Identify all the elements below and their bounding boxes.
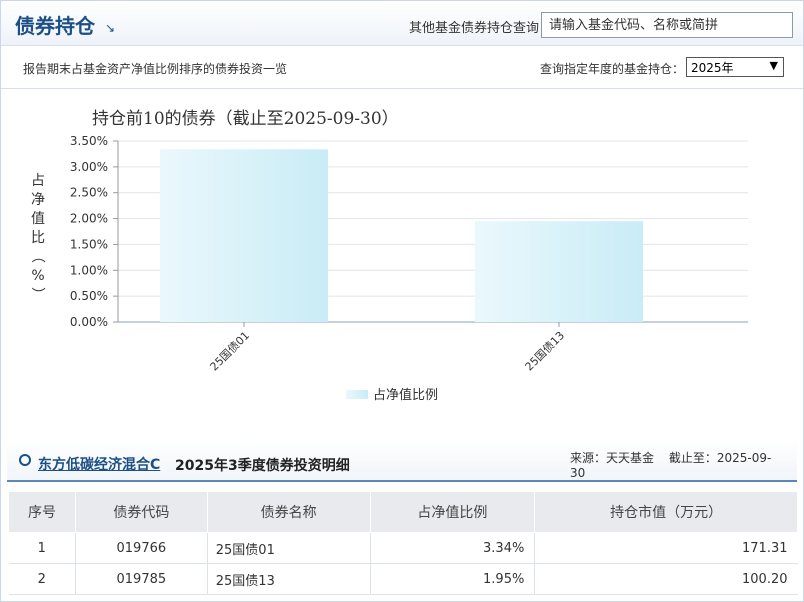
- cell-code: 019766: [75, 532, 208, 564]
- cell-code: 019785: [75, 563, 208, 595]
- holdings-chart: 持仓前10的债券（截止至2025-09-30） 0.00% 0.50% 1.00% 1.…: [0, 89, 804, 435]
- y-tick-label: 2.50%: [70, 186, 108, 200]
- bullet-circle-icon: [19, 454, 31, 466]
- y-tick-label: 3.00%: [70, 160, 108, 174]
- cell-name: 25国债13: [207, 563, 371, 595]
- holdings-description: 报告期末占基金资产净值比例排序的债券投资一览: [23, 62, 288, 76]
- col-header-code: 债券代码: [74, 491, 208, 533]
- year-select-value: 2025年: [691, 61, 734, 75]
- col-header-name: 债券名称: [206, 491, 371, 533]
- y-tick-label: 2.00%: [70, 212, 108, 226]
- y-axis-label-char: 值: [31, 211, 45, 227]
- legend-swatch: [346, 390, 368, 399]
- col-header-value: 持仓市值（万元）: [534, 491, 798, 533]
- bar: [160, 149, 328, 322]
- collapse-arrow-icon[interactable]: ↘: [105, 21, 115, 35]
- y-tick-label: 1.50%: [70, 237, 108, 251]
- table-header-row: 序号 债券代码 债券名称 占净值比例 持仓市值（万元）: [8, 491, 798, 533]
- header-bar: 债券持仓 ↘ 其他基金债券持仓查询：: [1, 1, 803, 46]
- cell-ratio: 1.95%: [370, 563, 536, 595]
- detail-title: 2025年3季度债券投资明细: [175, 458, 350, 474]
- cell-name: 25国债01: [207, 532, 371, 564]
- year-select[interactable]: 2025年 ▼: [686, 57, 784, 77]
- detail-header: 东方低碳经济混合C 2025年3季度债券投资明细 来源：天天基金 截止至：202…: [7, 438, 797, 482]
- y-tick-label: 0.50%: [70, 289, 108, 303]
- source-text: 来源：天天基金: [570, 451, 655, 465]
- page-title: 债券持仓: [15, 14, 95, 38]
- y-tick-label: 1.00%: [70, 263, 108, 277]
- detail-meta: 来源：天天基金 截止至：2025-09-30: [570, 449, 797, 480]
- x-tick-label: 25国债13: [522, 328, 567, 373]
- cell-index: 2: [8, 563, 76, 595]
- col-header-ratio: 占净值比例: [369, 491, 536, 533]
- y-axis-label-char: 占: [31, 173, 45, 189]
- cell-index: 1: [8, 532, 76, 564]
- table-row: 1 019766 25国债01 3.34% 171.31: [8, 532, 798, 564]
- legend-label: 占净值比例: [373, 387, 438, 403]
- y-axis-label-char: 比: [31, 230, 45, 246]
- cell-ratio: 3.34%: [370, 532, 536, 564]
- y-axis-label-char: 净: [31, 192, 45, 208]
- col-header-index: 序号: [8, 491, 76, 533]
- fund-name-link[interactable]: 东方低碳经济混合C: [38, 454, 160, 474]
- y-tick-label: 3.50%: [70, 134, 108, 148]
- table-row: 2 019785 25国债13 1.95% 100.20: [8, 563, 798, 595]
- year-select-label: 查询指定年度的基金持仓：: [540, 62, 685, 76]
- y-axis-label-char: ）: [29, 287, 45, 301]
- y-axis-label-char: （: [29, 249, 45, 263]
- cell-value: 100.20: [534, 563, 798, 595]
- chart-title: 持仓前10的债券（截止至2025-09-30）: [92, 109, 399, 129]
- search-label: 其他基金债券持仓查询：: [409, 21, 553, 36]
- x-tick-label: 25国债01: [207, 328, 252, 373]
- fund-search-input[interactable]: [541, 12, 793, 38]
- chevron-down-icon: ▼: [769, 59, 778, 72]
- y-axis-label-char: %: [31, 268, 44, 284]
- holdings-table: 序号 债券代码 债券名称 占净值比例 持仓市值（万元） 1 019766 25国…: [8, 491, 798, 595]
- bar: [475, 221, 643, 322]
- subheader-bar: 报告期末占基金资产净值比例排序的债券投资一览 查询指定年度的基金持仓： 2025…: [1, 46, 803, 89]
- cell-value: 171.31: [534, 532, 798, 564]
- y-tick-label: 0.00%: [70, 315, 108, 329]
- chart-svg: 持仓前10的债券（截止至2025-09-30） 0.00% 0.50% 1.00% 1.…: [29, 109, 748, 403]
